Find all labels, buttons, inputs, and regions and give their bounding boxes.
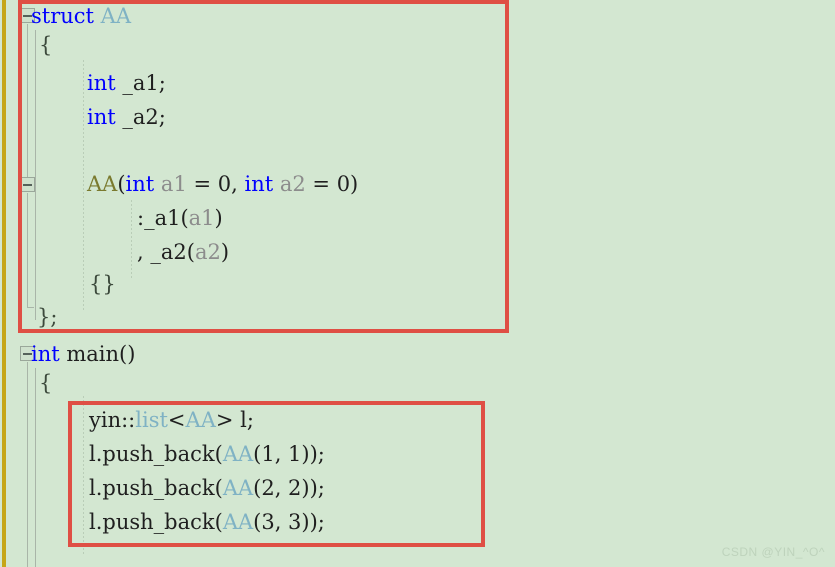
token-args-1-1: (1, 1)); — [253, 442, 325, 466]
struct-scope-bar — [35, 30, 36, 320]
unsaved-change-bar — [2, 0, 6, 567]
token-param-a1: a1 — [160, 172, 187, 196]
code-line-struct-close[interactable]: }; — [37, 305, 57, 329]
indent-guide-main-level1 — [83, 396, 84, 556]
token-type-aa: AA — [222, 476, 254, 500]
token-variable-l: > l; — [215, 408, 254, 432]
token-param-a2: a2 — [279, 172, 306, 196]
token-paren-open: ( — [117, 172, 126, 196]
fold-connector-main — [27, 362, 28, 567]
token-constructor-name-aa: AA — [87, 172, 118, 196]
fold-elbow-struct-end — [27, 307, 34, 308]
code-editor: struct AA { int _a1; int _a2; AA(int a1 … — [0, 0, 835, 567]
code-line-constructor-body[interactable]: {} — [89, 272, 116, 296]
outlining-gutter[interactable] — [18, 0, 40, 567]
token-args-2-2: (2, 2)); — [253, 476, 325, 500]
main-scope-bar — [35, 368, 36, 567]
code-line-push-back-1[interactable]: l.push_back(AA(1, 1)); — [89, 442, 325, 466]
token-call-push-back: l.push_back( — [89, 510, 223, 534]
token-member-a1: _a1; — [115, 71, 166, 95]
code-line-member-a1[interactable]: int _a1; — [87, 71, 166, 95]
token-type-aa: AA — [222, 442, 254, 466]
collapse-constructor-icon[interactable] — [20, 177, 35, 192]
code-line-struct-open-brace[interactable]: { — [39, 33, 52, 57]
token-keyword-int: int — [31, 342, 60, 366]
editor-margin-strip — [0, 0, 9, 567]
code-line-initializer-a2[interactable]: , _a2(a2) — [137, 240, 229, 264]
token-init-a1: :_a1( — [137, 206, 189, 230]
code-line-main-open-brace[interactable]: { — [39, 371, 52, 395]
csdn-watermark: CSDN @YIN_^O^ — [721, 545, 825, 559]
token-paren-close: ) — [220, 240, 230, 264]
code-line-list-declaration[interactable]: yin::list<AA> l; — [89, 408, 254, 432]
token-paren-close: ) — [214, 206, 223, 230]
token-arg-a1: a1 — [188, 206, 215, 230]
code-line-constructor-signature[interactable]: AA(int a1 = 0, int a2 = 0) — [87, 172, 358, 196]
token-keyword-struct: struct — [31, 4, 101, 28]
code-line-struct-aa[interactable]: struct AA — [31, 4, 131, 28]
token-keyword-int: int — [87, 71, 116, 95]
code-surface[interactable]: struct AA { int _a1; int _a2; AA(int a1 … — [9, 0, 835, 567]
token-type-aa: AA — [100, 4, 131, 28]
token-keyword-int: int — [87, 105, 116, 129]
code-line-initializer-a1[interactable]: :_a1(a1) — [137, 206, 223, 230]
indent-guide-initializer-list — [131, 200, 132, 280]
token-call-push-back: l.push_back( — [89, 442, 223, 466]
token-init-a2: , _a2( — [137, 240, 195, 264]
token-type-list: list — [135, 408, 168, 432]
token-arg-a2: a2 — [194, 240, 221, 264]
code-line-push-back-3[interactable]: l.push_back(AA(3, 3)); — [89, 510, 325, 534]
token-member-a2: _a2; — [115, 105, 166, 129]
code-line-member-a2[interactable]: int _a2; — [87, 105, 166, 129]
token-namespace-yin: yin:: — [89, 408, 136, 432]
token-args-3-3: (3, 3)); — [253, 510, 325, 534]
token-call-push-back: l.push_back( — [89, 476, 223, 500]
token-type-aa: AA — [222, 510, 254, 534]
code-line-int-main[interactable]: int main() — [31, 342, 135, 366]
indent-guide-struct-level1 — [83, 60, 84, 310]
token-keyword-int: int — [125, 172, 155, 196]
token-default-zero: = 0, — [186, 172, 245, 196]
token-type-aa: AA — [185, 408, 216, 432]
token-function-main: main() — [59, 342, 136, 366]
token-keyword-int: int — [244, 172, 274, 196]
token-angle-open: < — [167, 408, 186, 432]
code-line-push-back-2[interactable]: l.push_back(AA(2, 2)); — [89, 476, 325, 500]
fold-connector-struct — [27, 24, 28, 177]
fold-connector-constructor — [27, 193, 28, 307]
token-default-zero-close: = 0) — [305, 172, 359, 196]
